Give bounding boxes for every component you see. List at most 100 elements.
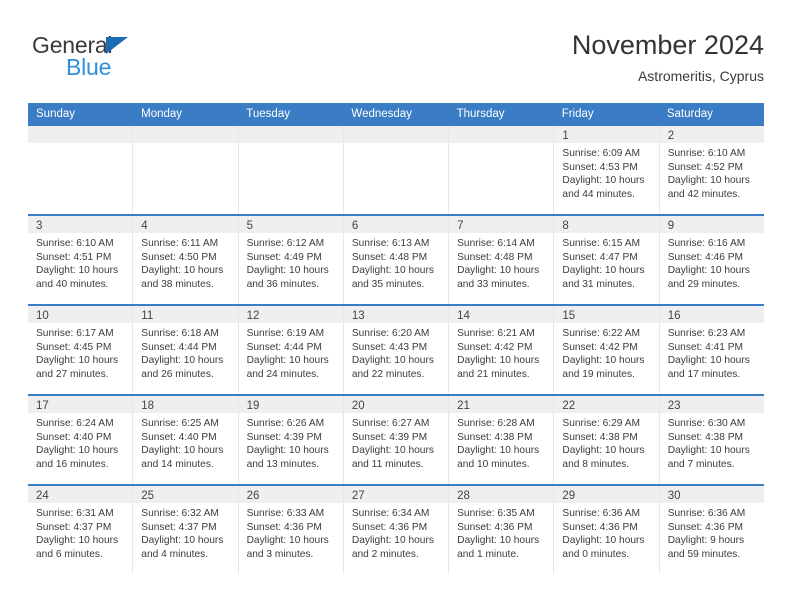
sunrise-text: Sunrise: 6:10 AM xyxy=(667,148,746,159)
daylight-text: Daylight: 10 hours xyxy=(36,265,119,277)
calendar-day-cell[interactable]: 22 Sunrise: 6:29 AM Sunset: 4:38 PM Dayligh… xyxy=(554,396,660,484)
sunset-text: Sunset: 4:44 PM xyxy=(141,341,217,353)
sunrise-text: Sunrise: 6:15 AM xyxy=(562,238,640,249)
daylight-text-cont: and 7 minutes. xyxy=(667,458,735,470)
day-number-band: 10 xyxy=(28,306,133,323)
calendar-day-cell[interactable]: 3 Sunrise: 6:10 AM Sunset: 4:51 PM Daylight… xyxy=(28,216,134,304)
calendar-day-cell[interactable]: 5 Sunrise: 6:12 AM Sunset: 4:49 PM Daylight… xyxy=(238,216,344,304)
day-number-band: 21 xyxy=(449,396,554,413)
calendar-day-cell-empty xyxy=(343,126,450,214)
sunset-text: Sunset: 4:42 PM xyxy=(562,341,638,353)
sunrise-text: Sunrise: 6:13 AM xyxy=(351,238,430,249)
weekday-header-saturday: Saturday xyxy=(666,108,713,120)
day-details: Sunrise: 6:14 AM Sunset: 4:48 PM Daylight:… xyxy=(449,233,553,291)
daylight-text: Daylight: 10 hours xyxy=(667,175,750,187)
sunset-text: Sunset: 4:39 PM xyxy=(351,431,428,443)
day-number: 24 xyxy=(36,490,49,502)
calendar-day-cell[interactable]: 26 Sunrise: 6:33 AM Sunset: 4:36 PM Dayligh… xyxy=(238,486,344,574)
calendar-day-cell[interactable]: 6 Sunrise: 6:13 AM Sunset: 4:48 PM Daylight… xyxy=(343,216,450,304)
day-number-band: 15 xyxy=(554,306,659,323)
calendar-day-cell[interactable]: 30 Sunrise: 6:36 AM Sunset: 4:36 PM Dayligh… xyxy=(659,486,764,574)
page-title: November 2024 xyxy=(571,30,764,60)
calendar-day-cell[interactable]: 11 Sunrise: 6:18 AM Sunset: 4:44 PM Dayligh… xyxy=(133,306,239,394)
daylight-text: Daylight: 10 hours xyxy=(562,265,645,277)
day-details: Sunrise: 6:19 AM Sunset: 4:44 PM Daylight:… xyxy=(239,323,343,381)
calendar-day-cell[interactable]: 18 Sunrise: 6:25 AM Sunset: 4:40 PM Dayligh… xyxy=(133,396,239,484)
calendar-day-cell[interactable]: 28 Sunrise: 6:35 AM Sunset: 4:36 PM Dayligh… xyxy=(449,486,555,574)
calendar-page: General Blue November 2024 Astromeritis,… xyxy=(0,0,792,612)
sunset-text: Sunset: 4:52 PM xyxy=(667,161,744,173)
title-block: November 2024 Astromeritis, Cyprus xyxy=(572,28,764,86)
sunset-text: Sunset: 4:45 PM xyxy=(36,341,112,353)
day-details: Sunrise: 6:23 AM Sunset: 4:41 PM Daylight:… xyxy=(660,323,764,381)
calendar-day-cell[interactable]: 23 Sunrise: 6:30 AM Sunset: 4:38 PM Dayligh… xyxy=(659,396,764,484)
day-details: Sunrise: 6:22 AM Sunset: 4:42 PM Daylight:… xyxy=(554,323,658,381)
page-subtitle: Astromeritis, Cyprus xyxy=(637,68,764,84)
calendar-day-cell[interactable]: 2 Sunrise: 6:10 AM Sunset: 4:52 PM Daylight… xyxy=(659,126,764,214)
day-number-band: 27 xyxy=(343,486,449,503)
calendar-day-cell[interactable]: 19 Sunrise: 6:26 AM Sunset: 4:39 PM Dayligh… xyxy=(238,396,344,484)
day-number: 12 xyxy=(246,310,260,322)
day-number-band: 4 xyxy=(133,216,238,233)
sunset-text: Sunset: 4:41 PM xyxy=(667,341,744,353)
day-number: 8 xyxy=(562,220,569,232)
day-number: 14 xyxy=(457,310,470,322)
calendar-day-cell[interactable]: 29 Sunrise: 6:36 AM Sunset: 4:36 PM Dayligh… xyxy=(554,486,660,574)
day-number-band: 30 xyxy=(659,486,764,503)
calendar-day-cell[interactable]: 14 Sunrise: 6:21 AM Sunset: 4:42 PM Dayligh… xyxy=(449,306,555,394)
day-number: 30 xyxy=(667,490,681,502)
calendar-day-cell[interactable]: 20 Sunrise: 6:27 AM Sunset: 4:39 PM Dayligh… xyxy=(343,396,450,484)
calendar-day-cell[interactable]: 4 Sunrise: 6:11 AM Sunset: 4:50 PM Daylight… xyxy=(133,216,239,304)
sunset-text: Sunset: 4:53 PM xyxy=(562,161,638,173)
sunrise-text: Sunrise: 6:20 AM xyxy=(351,328,430,339)
calendar-week-row: 24 Sunrise: 6:31 AM Sunset: 4:37 PM Dayligh… xyxy=(28,484,764,574)
daylight-text-cont: and 4 minutes. xyxy=(141,548,209,560)
day-number: 17 xyxy=(36,400,49,412)
calendar-day-cell[interactable]: 10 Sunrise: 6:17 AM Sunset: 4:45 PM Dayligh… xyxy=(28,306,134,394)
weekday-header-wednesday: Wednesday xyxy=(351,108,412,120)
daylight-text-cont: and 8 minutes. xyxy=(562,458,630,470)
page-header: General Blue November 2024 Astromeritis,… xyxy=(28,28,764,94)
calendar-day-cell[interactable]: 17 Sunrise: 6:24 AM Sunset: 4:40 PM Dayligh… xyxy=(28,396,134,484)
calendar-day-cell[interactable]: 8 Sunrise: 6:15 AM Sunset: 4:47 PM Daylight… xyxy=(554,216,660,304)
day-number: 9 xyxy=(667,220,675,232)
calendar-day-cell[interactable]: 1 Sunrise: 6:09 AM Sunset: 4:53 PM Daylight… xyxy=(554,126,660,214)
calendar-day-cell[interactable]: 24 Sunrise: 6:31 AM Sunset: 4:37 PM Dayligh… xyxy=(28,486,134,574)
day-number-band: 2 xyxy=(659,126,764,143)
sunset-text: Sunset: 4:36 PM xyxy=(246,521,322,533)
calendar-day-cell[interactable]: 25 Sunrise: 6:32 AM Sunset: 4:37 PM Dayligh… xyxy=(133,486,239,574)
calendar-day-cell[interactable]: 9 Sunrise: 6:16 AM Sunset: 4:46 PM Daylight… xyxy=(659,216,764,304)
day-number: 29 xyxy=(562,490,576,502)
day-details: Sunrise: 6:17 AM Sunset: 4:45 PM Daylight:… xyxy=(28,323,132,381)
sunset-text: Sunset: 4:36 PM xyxy=(351,521,428,533)
day-number: 27 xyxy=(351,490,365,502)
day-number: 7 xyxy=(457,220,464,232)
triangle-icon xyxy=(106,37,128,54)
calendar-day-cell-empty xyxy=(28,126,134,214)
calendar-day-cell[interactable]: 21 Sunrise: 6:28 AM Sunset: 4:38 PM Dayligh… xyxy=(449,396,555,484)
calendar-day-cell[interactable]: 7 Sunrise: 6:14 AM Sunset: 4:48 PM Daylight… xyxy=(449,216,555,304)
day-number-band: 7 xyxy=(449,216,554,233)
calendar-day-cell[interactable]: 13 Sunrise: 6:20 AM Sunset: 4:43 PM Dayligh… xyxy=(343,306,450,394)
sunrise-text: Sunrise: 6:36 AM xyxy=(667,508,746,519)
daylight-text-cont: and 16 minutes. xyxy=(36,458,109,470)
day-number-band xyxy=(238,126,343,143)
daylight-text: Daylight: 10 hours xyxy=(667,265,750,277)
day-details: Sunrise: 6:29 AM Sunset: 4:38 PM Daylight:… xyxy=(554,413,658,471)
calendar-day-cell[interactable]: 27 Sunrise: 6:34 AM Sunset: 4:36 PM Dayligh… xyxy=(343,486,450,574)
sunset-text: Sunset: 4:44 PM xyxy=(246,341,322,353)
daylight-text-cont: and 44 minutes. xyxy=(562,188,635,200)
calendar-day-cell[interactable]: 16 Sunrise: 6:23 AM Sunset: 4:41 PM Dayligh… xyxy=(659,306,764,394)
day-details: Sunrise: 6:18 AM Sunset: 4:44 PM Daylight:… xyxy=(133,323,237,381)
daylight-text: Daylight: 10 hours xyxy=(246,355,329,367)
day-number: 6 xyxy=(351,220,359,232)
calendar-day-cell[interactable]: 15 Sunrise: 6:22 AM Sunset: 4:42 PM Dayligh… xyxy=(554,306,660,394)
calendar-week-row: 3 Sunrise: 6:10 AM Sunset: 4:51 PM Daylight… xyxy=(28,214,764,304)
sunrise-text: Sunrise: 6:12 AM xyxy=(246,238,325,249)
daylight-text-cont: and 6 minutes. xyxy=(36,548,103,560)
brand-logo[interactable]: General Blue xyxy=(32,32,272,88)
daylight-text: Daylight: 10 hours xyxy=(457,265,540,277)
sunset-text: Sunset: 4:43 PM xyxy=(351,341,428,353)
calendar-day-cell[interactable]: 12 Sunrise: 6:19 AM Sunset: 4:44 PM Dayligh… xyxy=(238,306,344,394)
daylight-text-cont: and 11 minutes. xyxy=(351,458,424,470)
